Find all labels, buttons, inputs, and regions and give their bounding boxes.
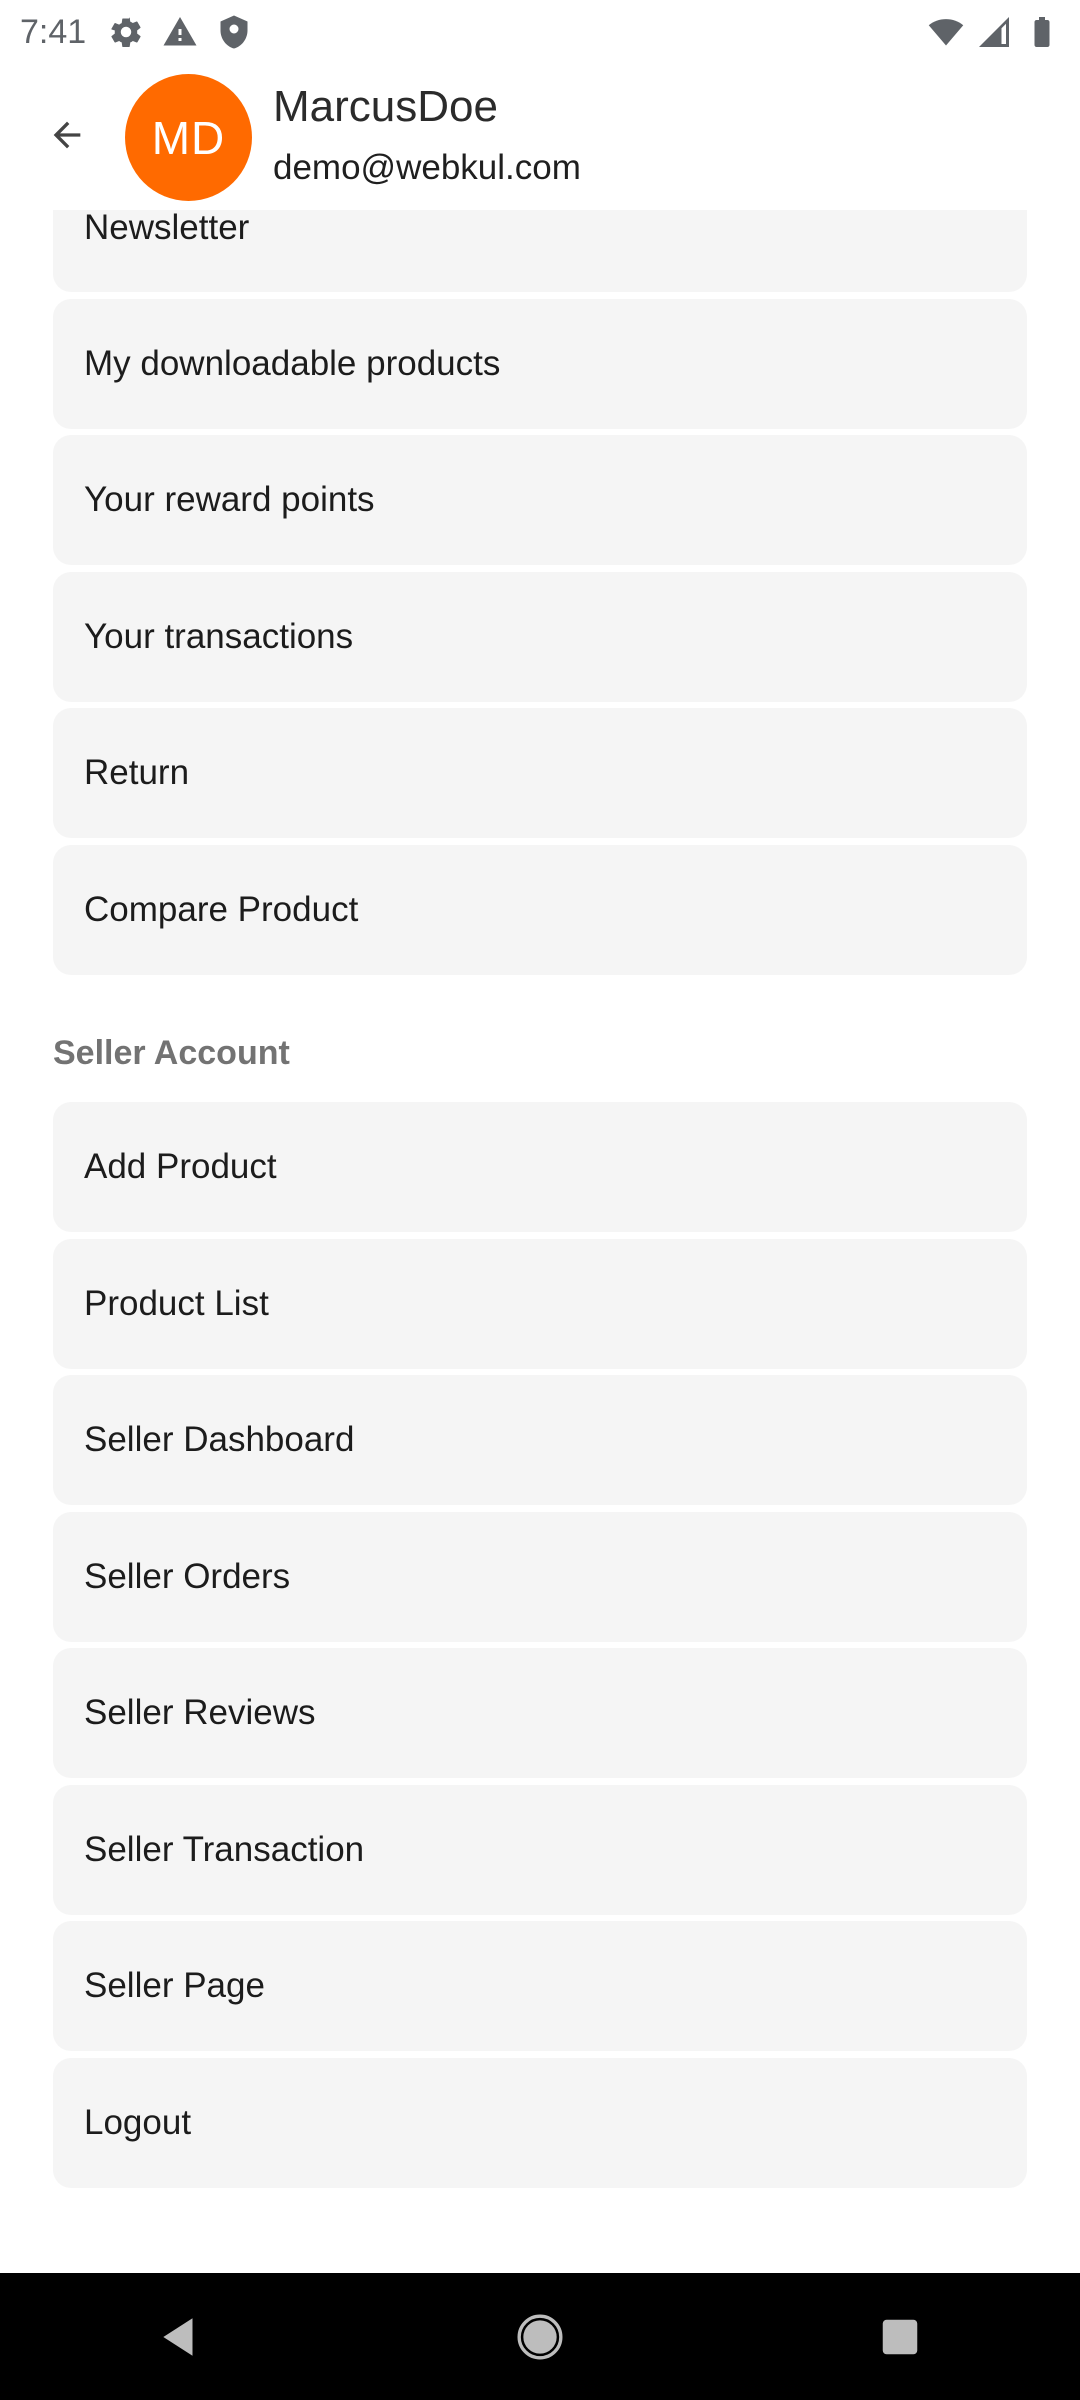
- user-email: demo@webkul.com: [273, 148, 581, 187]
- battery-icon: [1034, 17, 1050, 47]
- back-button[interactable]: [38, 106, 96, 164]
- settings-icon: [111, 17, 141, 48]
- back-icon: [163, 2317, 193, 2356]
- nav-back-button[interactable]: [140, 2297, 220, 2377]
- menu-item-return[interactable]: Return: [53, 708, 1027, 838]
- nav-recents-button[interactable]: [860, 2297, 940, 2377]
- avatar-initials: MD: [151, 111, 226, 164]
- menu-item-label: My downloadable products: [84, 343, 501, 383]
- menu-item-compare-product[interactable]: Compare Product: [53, 844, 1027, 975]
- menu-item-seller-orders[interactable]: Seller Orders: [53, 1511, 1027, 1642]
- menu-item-label: Seller Orders: [84, 1556, 291, 1596]
- menu-item-label: Seller Page: [84, 1966, 265, 2005]
- menu-item-label: Newsletter: [84, 210, 250, 247]
- wifi-icon: [928, 19, 964, 46]
- menu-item-seller-transaction[interactable]: Seller Transaction: [53, 1784, 1027, 1915]
- menu-item-label: Compare Product: [84, 889, 359, 929]
- menu-item-add-product[interactable]: Add Product: [53, 1102, 1027, 1232]
- section-title-seller-account: Seller Account: [53, 1034, 290, 1072]
- menu-item-seller-page[interactable]: Seller Page: [53, 1921, 1027, 2051]
- system-nav-bar: [0, 2273, 1080, 2400]
- arrow-back-icon: [53, 121, 81, 149]
- menu-item-label: Add Product: [84, 1147, 277, 1186]
- menu-item-logout[interactable]: Logout: [53, 2057, 1027, 2188]
- app-header: MD MarcusDoe demo@webkul.com: [0, 64, 1080, 210]
- menu-item-newsletter[interactable]: Newsletter: [53, 210, 1027, 292]
- menu-item-label: Your transactions: [84, 616, 354, 656]
- avatar: MD: [125, 74, 252, 201]
- shield-icon: [220, 15, 248, 49]
- recents-icon: [882, 2319, 918, 2354]
- menu-item-seller-dashboard[interactable]: Seller Dashboard: [53, 1375, 1027, 1505]
- home-icon: [517, 2314, 563, 2359]
- account-menu-list: Newsletter My downloadable products Your…: [53, 210, 1027, 2194]
- menu-item-label: Seller Reviews: [84, 1693, 316, 1732]
- menu-item-downloadable-products[interactable]: My downloadable products: [53, 298, 1027, 429]
- signal-icon: [979, 17, 1009, 47]
- menu-item-seller-reviews[interactable]: Seller Reviews: [53, 1648, 1027, 1778]
- menu-item-product-list[interactable]: Product List: [53, 1238, 1027, 1369]
- status-icons-left: [108, 14, 252, 50]
- menu-item-label: Product List: [84, 1283, 269, 1323]
- screen: 7:41 MD MarcusDoe demo@webkul.com Newsle…: [0, 0, 1080, 2400]
- nav-home-button[interactable]: [500, 2297, 580, 2377]
- menu-item-label: Return: [84, 753, 190, 792]
- user-name: MarcusDoe: [273, 82, 498, 131]
- menu-item-label: Your reward points: [84, 480, 375, 519]
- menu-item-reward-points[interactable]: Your reward points: [53, 435, 1027, 565]
- status-icons-right: [928, 14, 1060, 50]
- warning-icon: [163, 17, 197, 46]
- menu-item-transactions[interactable]: Your transactions: [53, 571, 1027, 702]
- menu-item-label: Seller Dashboard: [84, 1420, 355, 1459]
- status-time: 7:41: [20, 12, 87, 51]
- menu-item-label: Seller Transaction: [84, 1829, 365, 1869]
- menu-item-label: Logout: [84, 2102, 192, 2142]
- status-bar: 7:41: [0, 0, 1080, 64]
- account-menu-scroll[interactable]: Newsletter My downloadable products Your…: [0, 210, 1080, 2273]
